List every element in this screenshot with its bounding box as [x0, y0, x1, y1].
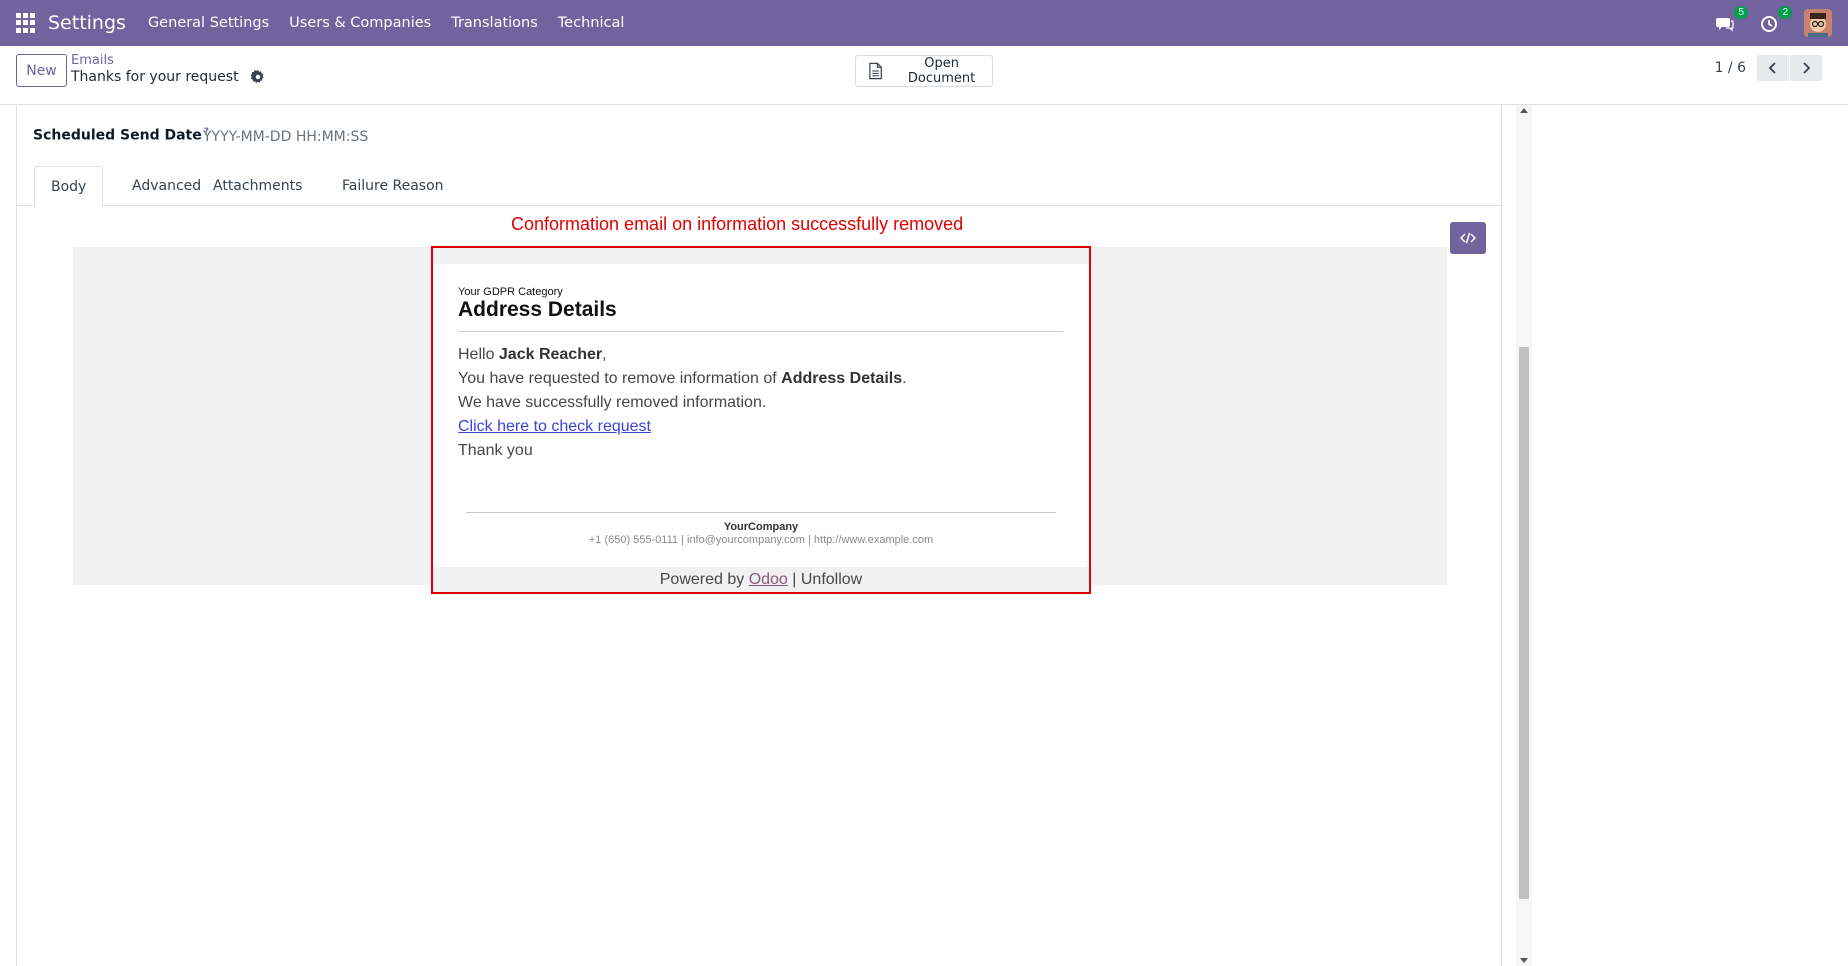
messages-count-badge: 5 — [1734, 6, 1748, 19]
menu-translations[interactable]: Translations — [441, 15, 548, 31]
company-name: YourCompany — [723, 521, 799, 533]
request-line: You have requested to remove information… — [458, 370, 907, 387]
breadcrumb-current: Thanks for your request — [71, 69, 239, 85]
breadcrumb: Emails Thanks for your request — [71, 53, 265, 86]
odoo-link[interactable]: Odoo — [749, 571, 788, 588]
systray: 5 2 — [1716, 0, 1848, 46]
closing-line: Thank you — [458, 442, 533, 459]
scroll-down-arrow-icon[interactable] — [1520, 958, 1528, 963]
code-icon — [1460, 232, 1476, 244]
greeting-line: Hello Jack Reacher, — [458, 346, 607, 363]
document-icon — [869, 62, 882, 80]
open-document-label: Open Document — [907, 56, 976, 86]
app-brand[interactable]: Settings — [48, 12, 126, 34]
gear-icon[interactable] — [251, 69, 265, 84]
menu-technical[interactable]: Technical — [548, 15, 635, 31]
pager-value[interactable]: 1 / 6 — [1715, 60, 1746, 76]
gdpr-category: Your GDPR Category — [458, 286, 563, 298]
user-avatar-icon — [1804, 9, 1832, 37]
scroll-thumb[interactable] — [1519, 347, 1529, 899]
company-contact: +1 (650) 555-0111 | info@yourcompany.com… — [588, 534, 934, 546]
gdpr-title: Address Details — [458, 298, 617, 321]
recipient-name: Jack Reacher — [498, 346, 603, 363]
category-name: Address Details — [781, 370, 903, 387]
apps-menu-icon[interactable] — [16, 13, 36, 33]
footer-divider — [466, 512, 1056, 513]
pager-previous-button[interactable] — [1757, 55, 1789, 81]
breadcrumb-emails[interactable]: Emails — [71, 53, 265, 68]
header-divider — [458, 331, 1063, 332]
check-request-link[interactable]: Click here to check request — [458, 418, 651, 435]
annotation-note: Conformation email on information succes… — [511, 214, 964, 234]
email-preview: Your GDPR Category Address Details Hello… — [431, 246, 1091, 594]
removed-line: We have successfully removed information… — [458, 394, 767, 411]
form-sheet: Scheduled Send Date? YYYY-MM-DD HH:MM:SS… — [16, 105, 1503, 966]
top-navbar: Settings General Settings Users & Compan… — [0, 0, 1848, 46]
pager-next-button[interactable] — [1790, 55, 1822, 81]
email-body: Your GDPR Category Address Details Hello… — [433, 264, 1089, 567]
messages-button[interactable]: 5 — [1716, 6, 1748, 34]
tab-attachments[interactable]: Attachments — [197, 166, 318, 206]
scheduled-send-date-label: Scheduled Send Date? — [33, 127, 209, 144]
activities-button[interactable]: 2 — [1760, 6, 1792, 34]
menu-users-companies[interactable]: Users & Companies — [279, 15, 441, 31]
scroll-up-arrow-icon[interactable] — [1520, 108, 1528, 113]
powered-by-footer: Powered by Odoo | Unfollow — [659, 571, 863, 588]
new-button[interactable]: New — [16, 54, 67, 87]
scheduled-send-date-input[interactable]: YYYY-MM-DD HH:MM:SS — [203, 129, 368, 145]
clock-icon — [1761, 16, 1777, 32]
chevron-left-icon — [1768, 62, 1776, 74]
pager: 1 / 6 — [1715, 55, 1822, 81]
open-document-button[interactable]: Open Document — [855, 55, 993, 87]
unfollow-text: | Unfollow — [787, 571, 863, 588]
main-menu: General Settings Users & Companies Trans… — [138, 15, 634, 31]
activities-count-badge: 2 — [1778, 6, 1792, 19]
tab-body[interactable]: Body — [34, 166, 104, 207]
notebook-tabs: Body Advanced Attachments Failure Reason — [17, 166, 1503, 207]
chat-icon — [1716, 18, 1734, 32]
vertical-scrollbar[interactable] — [1516, 105, 1532, 966]
menu-general-settings[interactable]: General Settings — [138, 15, 279, 31]
control-panel: New Emails Thanks for your request Open … — [0, 46, 1848, 105]
user-avatar[interactable] — [1804, 9, 1832, 37]
chevron-right-icon — [1803, 62, 1811, 74]
code-view-button[interactable] — [1450, 222, 1486, 254]
check-request-line: Click here to check request — [458, 418, 651, 436]
tab-failure-reason[interactable]: Failure Reason — [326, 166, 460, 206]
